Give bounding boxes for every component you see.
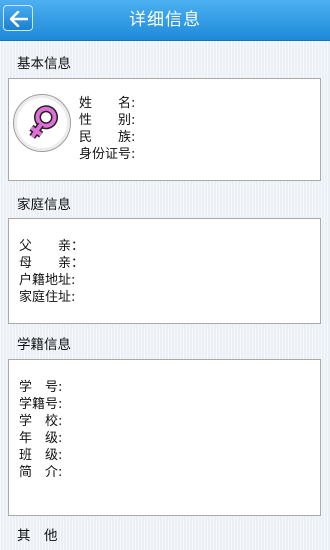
field-label: 学籍号 — [19, 397, 59, 412]
family-info-card: 父 亲： 母 亲： 户籍地址: 家庭住址: — [8, 218, 321, 324]
field-colon: : — [131, 130, 136, 145]
field-colon: : — [58, 380, 63, 395]
female-symbol-icon — [29, 105, 59, 139]
field-id-number: 身份证号: — [79, 147, 135, 163]
field-label: 民 族 — [79, 130, 132, 145]
field-gender: 性 别: — [79, 113, 135, 129]
basic-info-card: 姓 名: 性 别: 民 族: 身份证号: — [8, 78, 321, 181]
field-label: 性 别 — [79, 113, 132, 128]
field-colon: : — [71, 290, 76, 305]
field-grade: 年 级: — [19, 431, 62, 447]
field-colon: : — [58, 431, 63, 446]
field-class: 班 级: — [19, 448, 62, 464]
field-label: 年 级 — [19, 431, 59, 446]
page-title: 详细信息 — [129, 10, 201, 30]
field-label: 学 校 — [19, 414, 59, 429]
field-ethnicity: 民 族: — [79, 130, 135, 146]
avatar — [13, 94, 71, 152]
field-label: 身份证号 — [79, 147, 132, 162]
field-colon: : — [71, 273, 76, 288]
field-colon: : — [58, 448, 63, 463]
field-home-address: 家庭住址: — [19, 290, 75, 306]
field-student-number: 学 号: — [19, 380, 62, 396]
field-colon: ： — [71, 239, 85, 254]
field-introduction: 简 介: — [19, 465, 62, 481]
field-colon: : — [131, 96, 136, 111]
app-header: 详细信息 — [0, 0, 330, 41]
field-label: 班 级 — [19, 448, 59, 463]
field-colon: : — [58, 414, 63, 429]
field-label: 学 号 — [19, 380, 59, 395]
field-school: 学 校: — [19, 414, 62, 430]
field-colon: : — [58, 397, 63, 412]
school-info-card: 学 号: 学籍号: 学 校: 年 级: 班 级: 简 介: — [8, 359, 321, 516]
field-name: 姓 名: — [79, 96, 135, 112]
field-label: 父 亲 — [19, 239, 72, 254]
field-registration-number: 学籍号: — [19, 397, 62, 413]
field-household-address: 户籍地址: — [19, 273, 75, 289]
field-label: 简 介 — [19, 465, 59, 480]
section-title-other: 其 他 — [17, 528, 58, 544]
field-label: 姓 名 — [79, 96, 132, 111]
field-label: 家庭住址 — [19, 290, 72, 305]
field-colon: : — [58, 465, 63, 480]
field-colon: : — [131, 113, 136, 128]
field-label: 户籍地址 — [19, 273, 72, 288]
field-label: 母 亲 — [19, 256, 72, 271]
section-title-basic: 基本信息 — [17, 56, 71, 72]
field-mother: 母 亲： — [19, 256, 84, 272]
section-title-family: 家庭信息 — [17, 197, 71, 213]
field-father: 父 亲： — [19, 239, 84, 255]
field-colon: : — [131, 147, 136, 162]
field-colon: ： — [71, 256, 85, 271]
section-title-school: 学籍信息 — [17, 337, 71, 353]
